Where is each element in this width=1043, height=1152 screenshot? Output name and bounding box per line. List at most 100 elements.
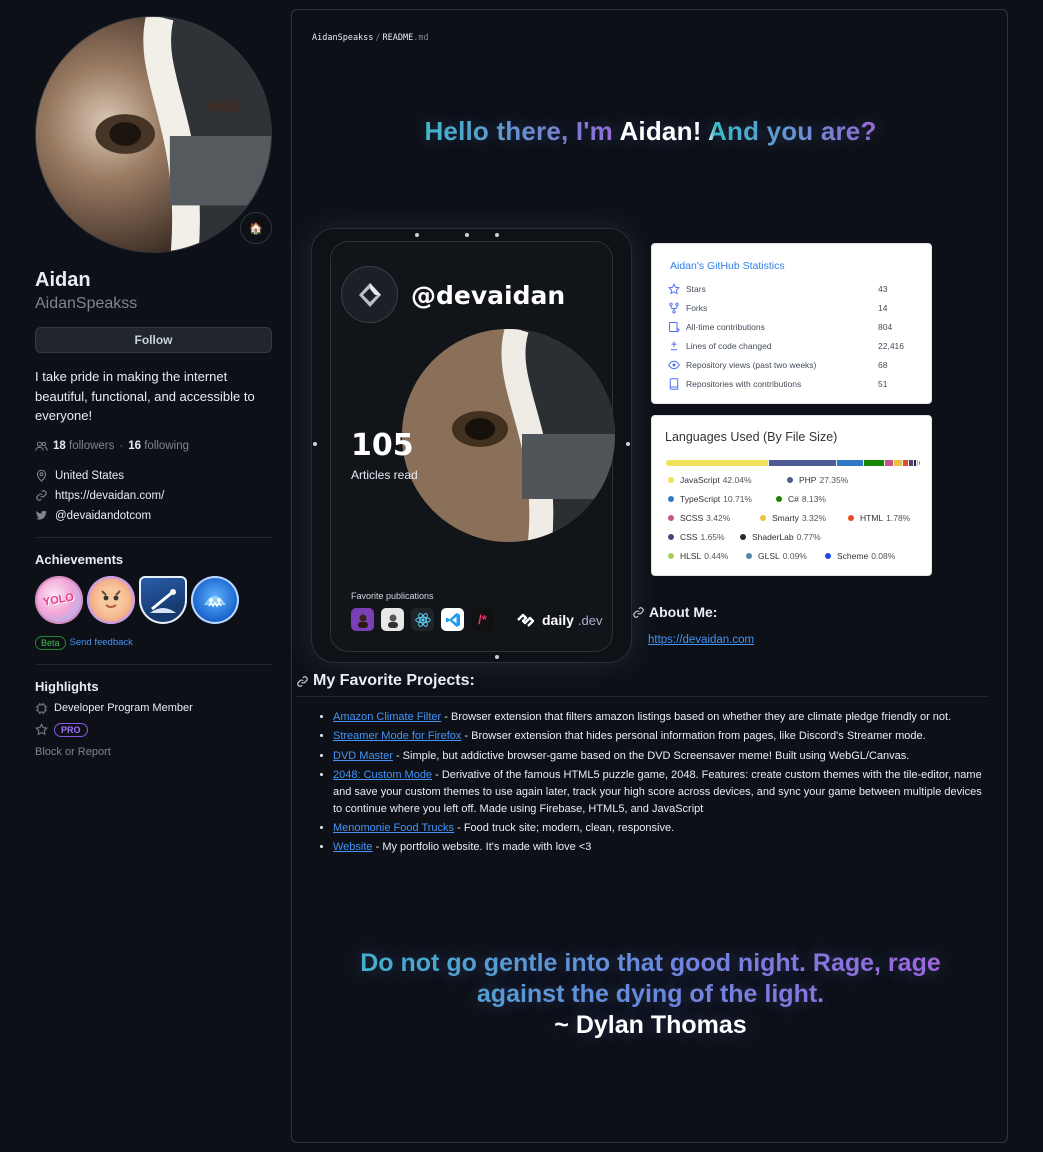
stat-row-contributions: All-time contributions 804: [668, 320, 918, 334]
achievements-title: Achievements: [35, 551, 124, 567]
quickdraw-icon: [99, 587, 123, 612]
cpu-icon: [35, 702, 48, 714]
followers-link[interactable]: 18 followers: [53, 440, 114, 452]
language-percent: 10.71%: [723, 494, 752, 504]
stat-value: 22,416: [878, 341, 904, 351]
languages-card: Languages Used (By File Size) JavaScript…: [651, 415, 932, 576]
language-color-dot: [668, 477, 674, 483]
project-link[interactable]: DVD Master: [333, 750, 393, 762]
twitter-item[interactable]: @devaidandotcom: [35, 509, 272, 523]
project-link[interactable]: Amazon Climate Filter: [333, 711, 441, 723]
follow-stats: 18 followers · 16 following: [35, 440, 272, 453]
twitter-link[interactable]: @devaidandotcom: [55, 510, 151, 522]
stat-value: 43: [878, 284, 888, 294]
daily-dev-handle: @devaidan: [411, 281, 566, 310]
language-name: PHP: [799, 475, 817, 485]
language-color-dot: [668, 534, 674, 540]
project-link[interactable]: Website: [333, 841, 373, 853]
greeting-part-3: ! And you are?: [692, 116, 877, 146]
language-percent: 0.44%: [704, 551, 729, 561]
profile-details: United States https://devaidan.com/ @dev…: [35, 469, 272, 523]
language-legend-item: HTML 1.78%: [848, 513, 910, 523]
language-bar-segment: [903, 460, 908, 466]
fork-icon: [669, 302, 679, 314]
language-bar-segment: [837, 460, 864, 466]
project-link[interactable]: 2048: Custom Mode: [333, 769, 432, 781]
card-ornament-dot: [465, 233, 469, 237]
quote-author: ~ Dylan Thomas: [554, 1011, 747, 1039]
pull-shark-badge[interactable]: [87, 575, 135, 624]
language-bar-segment: [908, 460, 913, 466]
daily-dev-card[interactable]: @devaidan 105 Articles read Favorite pub…: [312, 229, 631, 662]
language-name: HLSL: [680, 551, 702, 561]
breadcrumb-separator: /: [375, 33, 381, 43]
daily-dev-brand-name: daily: [542, 612, 574, 628]
follow-separator: ·: [119, 440, 124, 452]
project-description: - My portfolio website. It's made with l…: [372, 841, 592, 854]
developer-program-item[interactable]: Developer Program Member: [35, 702, 272, 715]
followers-count: 18: [53, 440, 66, 452]
breadcrumb-file[interactable]: README: [383, 33, 414, 43]
language-color-dot: [776, 496, 782, 502]
website-item[interactable]: https://devaidan.com/: [35, 489, 272, 503]
languages-progress-bar: [666, 460, 920, 466]
status-emoji[interactable]: 🏠: [240, 212, 272, 244]
project-description: - Simple, but addictive browser-game bas…: [392, 749, 910, 762]
language-bar-segment: [913, 460, 916, 466]
about-website-link[interactable]: https://devaidan.com: [648, 634, 754, 646]
pull-shark-icon: [204, 595, 226, 607]
shield-icon: [150, 588, 176, 613]
achievements-feedback: Beta Send feedback: [35, 635, 272, 650]
about-title: About Me:: [649, 604, 718, 620]
language-bar-segment: [769, 460, 837, 466]
avatar[interactable]: [35, 16, 272, 253]
following-link[interactable]: 16 following: [128, 440, 189, 452]
quote-line-2: against the dying of the light.: [292, 979, 1009, 1010]
daily-dev-card-inner: @devaidan 105 Articles read Favorite pub…: [330, 241, 615, 652]
language-color-dot: [740, 534, 746, 540]
starstruck-badge[interactable]: [139, 575, 187, 624]
language-legend-item: CSS 1.65%: [668, 532, 725, 542]
pro-badge: PRO: [54, 722, 88, 737]
website-link[interactable]: https://devaidan.com/: [55, 490, 164, 502]
project-link[interactable]: Menomonie Food Trucks: [333, 822, 454, 834]
language-color-dot: [668, 496, 674, 502]
stat-row-stars: Stars 43: [668, 282, 918, 296]
shark-badge[interactable]: [191, 575, 239, 624]
language-name: CSS: [680, 532, 698, 542]
language-bar-segment: [894, 460, 903, 466]
link-icon: [36, 490, 47, 501]
language-name: TypeScript: [680, 494, 721, 504]
language-percent: 3.42%: [706, 513, 731, 523]
card-ornament-dot: [415, 233, 419, 237]
project-description: - Browser extension that hides personal …: [461, 730, 926, 743]
yolo-badge[interactable]: YOLO: [35, 575, 83, 624]
language-legend-item: Scheme 0.08%: [825, 551, 895, 561]
language-legend-item: PHP 27.35%: [787, 475, 848, 485]
twitter-icon: [35, 510, 48, 520]
stat-value: 14: [878, 303, 888, 313]
yolo-badge-text: YOLO: [42, 590, 76, 609]
anchor-link-icon[interactable]: [632, 606, 645, 619]
project-description: - Food truck site; modern, clean, respon…: [454, 821, 675, 834]
vscode-icon: [441, 608, 464, 631]
daily-dev-logo-icon: [517, 613, 535, 627]
send-feedback-link[interactable]: Send feedback: [70, 637, 133, 648]
stat-row-repositories: Repositories with contributions 51: [668, 377, 918, 391]
language-legend-item: JavaScript 42.04%: [668, 475, 752, 485]
follow-button[interactable]: Follow: [35, 327, 272, 353]
highlights-title: Highlights: [35, 678, 99, 694]
language-color-dot: [848, 515, 854, 521]
language-name: ShaderLab: [752, 532, 794, 542]
block-report-link[interactable]: Block or Report: [35, 746, 272, 758]
project-link[interactable]: Streamer Mode for Firefox: [333, 730, 461, 742]
language-color-dot: [760, 515, 766, 521]
breadcrumb-user[interactable]: AidanSpeakss: [312, 33, 373, 43]
breadcrumb-ext: .md: [413, 33, 429, 43]
articles-label: Articles read: [351, 468, 418, 482]
language-percent: 42.04%: [722, 475, 752, 485]
anchor-link-icon[interactable]: [296, 675, 309, 688]
project-description: - Browser extension that filters amazon …: [441, 711, 952, 723]
language-color-dot: [787, 477, 793, 483]
star-icon: [35, 723, 48, 736]
